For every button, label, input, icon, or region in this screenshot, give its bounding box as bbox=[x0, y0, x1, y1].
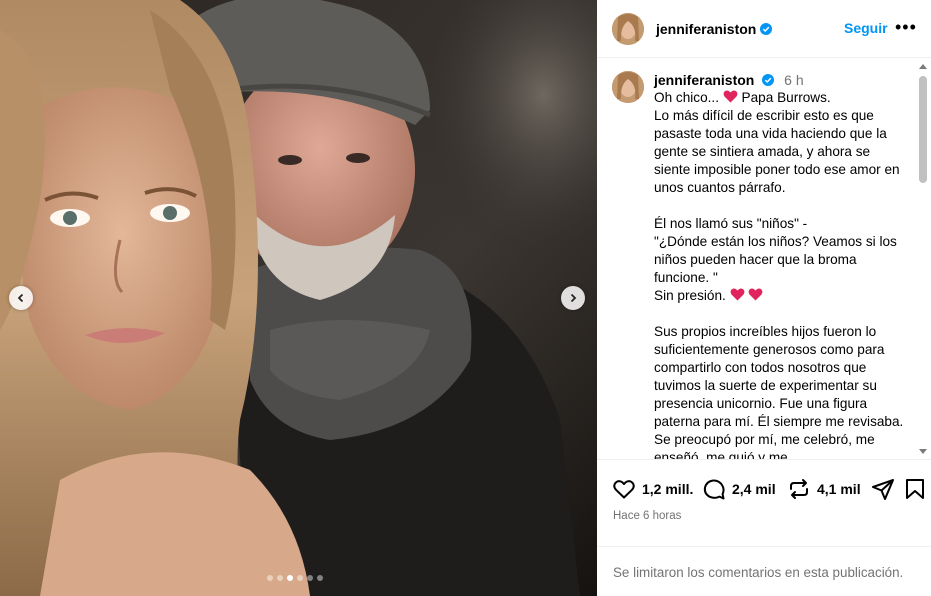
like-count[interactable]: 1,2 mill. bbox=[642, 481, 693, 497]
verified-badge-icon bbox=[760, 22, 773, 35]
comment-button[interactable]: 2,4 mil bbox=[702, 477, 776, 501]
caption-time: 6 h bbox=[784, 72, 804, 88]
caption-username[interactable]: jenniferaniston bbox=[654, 72, 754, 88]
carousel-dot bbox=[267, 575, 273, 581]
scroll-down-arrow-icon[interactable] bbox=[919, 449, 927, 454]
avatar[interactable] bbox=[612, 71, 644, 103]
like-button[interactable]: 1,2 mill. bbox=[612, 477, 693, 501]
caption-line: Oh chico... bbox=[654, 90, 723, 105]
carousel-prev-button[interactable] bbox=[9, 286, 33, 310]
comments-limited-notice: Se limitaron los comentarios en esta pub… bbox=[597, 546, 931, 596]
red-heart-emoji-icon bbox=[730, 288, 744, 301]
caption-paragraph: Sus propios increíbles hijos fueron lo s… bbox=[654, 324, 908, 459]
verified-badge-icon bbox=[762, 74, 775, 86]
carousel-dot bbox=[297, 575, 303, 581]
carousel-indicator bbox=[267, 575, 323, 581]
post-photo bbox=[0, 0, 597, 596]
caption-paragraph: Lo más difícil de escribir esto es que p… bbox=[654, 108, 904, 195]
repost-icon bbox=[790, 479, 808, 499]
repost-count: 4,1 mil bbox=[817, 481, 861, 497]
share-button[interactable] bbox=[871, 477, 895, 501]
caption-text: Oh chico... Papa Burrows. Lo más difícil… bbox=[654, 89, 904, 459]
comment-icon bbox=[703, 479, 725, 500]
post-timestamp[interactable]: Hace 6 horas bbox=[613, 510, 681, 522]
heart-icon bbox=[613, 480, 635, 499]
scrollbar-thumb[interactable] bbox=[919, 76, 927, 183]
chevron-left-icon bbox=[17, 293, 24, 303]
carousel-dot bbox=[307, 575, 313, 581]
profile-photo bbox=[612, 12, 644, 45]
red-heart-emoji-icon bbox=[748, 288, 763, 301]
carousel-dot-active bbox=[287, 575, 293, 581]
chevron-right-icon bbox=[570, 293, 577, 303]
post-side-panel: jenniferaniston Seguir ••• jenniferanist… bbox=[597, 0, 931, 596]
avatar[interactable] bbox=[612, 12, 644, 45]
caption-line: Sin presión. bbox=[654, 288, 730, 303]
caption-line: Papa Burrows. bbox=[737, 90, 831, 105]
bookmark-icon bbox=[906, 479, 924, 499]
more-options-icon[interactable]: ••• bbox=[895, 18, 917, 36]
caption-paragraph: Él nos llamó sus "niños" - "¿Dónde están… bbox=[654, 216, 897, 285]
carousel-dot bbox=[277, 575, 283, 581]
repost-button[interactable]: 4,1 mil bbox=[787, 477, 861, 501]
post-media-carousel[interactable] bbox=[0, 0, 597, 596]
profile-photo bbox=[612, 71, 644, 103]
carousel-dot bbox=[317, 575, 323, 581]
post-header: jenniferaniston Seguir ••• bbox=[597, 0, 931, 58]
save-button[interactable] bbox=[903, 477, 927, 501]
caption-area[interactable]: jenniferaniston 6 h Oh chico... Papa Bur… bbox=[597, 59, 931, 459]
scroll-up-arrow-icon[interactable] bbox=[919, 64, 927, 69]
carousel-next-button[interactable] bbox=[561, 286, 585, 310]
follow-button[interactable]: Seguir bbox=[844, 20, 888, 36]
paper-plane-icon bbox=[872, 479, 894, 500]
post-actions: 1,2 mill. 2,4 mil 4,1 mil Hace 6 horas bbox=[597, 459, 931, 539]
header-username[interactable]: jenniferaniston bbox=[656, 21, 756, 37]
comment-count: 2,4 mil bbox=[732, 481, 776, 497]
caption-header: jenniferaniston 6 h bbox=[654, 71, 804, 89]
red-heart-emoji-icon bbox=[723, 90, 738, 103]
